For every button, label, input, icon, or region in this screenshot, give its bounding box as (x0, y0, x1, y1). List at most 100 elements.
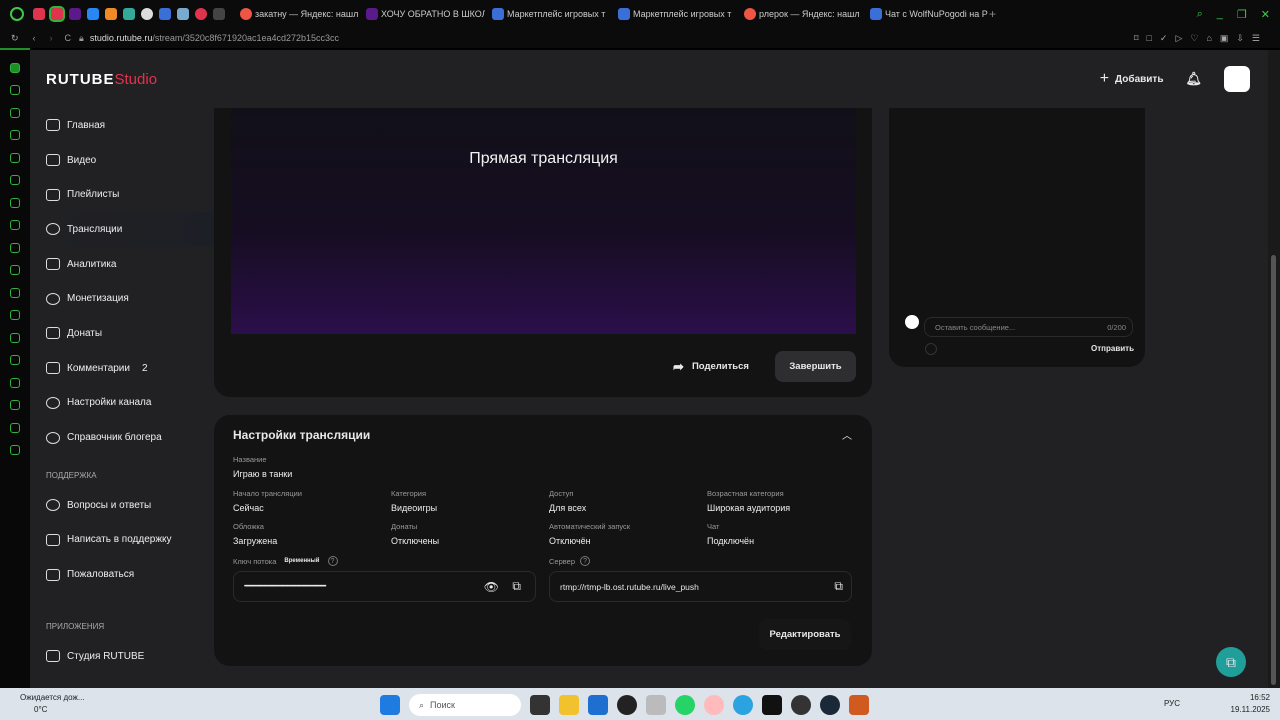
refresh-button[interactable]: C (65, 33, 72, 43)
back-button[interactable]: ‹ (33, 33, 36, 43)
pinned-tab-icon[interactable] (33, 8, 45, 20)
language-indicator[interactable]: РУС (1164, 699, 1180, 708)
eye-icon[interactable]: 👁︎ (484, 580, 499, 594)
windows-start-icon[interactable] (380, 695, 400, 715)
reload-icon[interactable]: ↻ (11, 33, 19, 44)
taskbar-search[interactable]: ⌕ Поиск (409, 694, 521, 716)
search-icon[interactable]: ⌕ (1197, 8, 1203, 21)
sidebar-item-channel-settings[interactable]: Настройки канала (46, 386, 216, 421)
whatsapp-icon[interactable] (10, 265, 20, 275)
vk-icon[interactable] (10, 310, 20, 320)
sidebar-item-report[interactable]: Пожаловаться (46, 557, 216, 592)
terminal-icon[interactable] (762, 695, 782, 715)
close-button[interactable]: ✕ (1261, 8, 1270, 21)
pinned-tab-icon[interactable] (177, 8, 189, 20)
store-icon[interactable] (588, 695, 608, 715)
finish-button[interactable]: Завершить (775, 351, 856, 382)
rutube-studio-logo[interactable]: RUTUBEStudio (46, 71, 157, 88)
page-scrollbar[interactable] (1268, 50, 1280, 688)
clock[interactable]: 16:52 19.11.2025 (1231, 693, 1270, 714)
pinned-tab-icon[interactable] (159, 8, 171, 20)
forward-button[interactable]: › (50, 33, 53, 43)
steam-icon[interactable] (820, 695, 840, 715)
share-button[interactable]: ➦ Поделиться (666, 351, 756, 382)
player-icon[interactable] (617, 695, 637, 715)
bot-icon[interactable] (10, 152, 20, 163)
sidebar-item-blogger-guide[interactable]: Справочник блогера (46, 420, 216, 455)
app-icon[interactable] (849, 695, 869, 715)
telegram-icon[interactable] (10, 287, 20, 298)
whatsapp-icon[interactable] (675, 695, 695, 715)
minimize-button[interactable]: _ (1217, 8, 1223, 21)
wallpaper-icon[interactable] (10, 175, 20, 185)
player-icon[interactable] (10, 332, 20, 343)
new-tab-button[interactable]: + (989, 7, 996, 21)
tab[interactable]: ХОЧУ ОБРАТНО В ШКОЛ (359, 8, 485, 20)
pinned-tab-icon[interactable] (123, 8, 135, 20)
game-icon[interactable] (10, 85, 20, 95)
tab[interactable]: Маркетплейс игровых т (611, 8, 737, 20)
sidebar-item-studio-app[interactable]: Студия RUTUBE (46, 639, 216, 674)
stream-key-field[interactable]: ••••••••••••••••••••••••••••••••••••••••… (233, 571, 536, 602)
help-icon[interactable]: ? (327, 556, 338, 566)
tab[interactable]: Маркетплейс игровых т (485, 8, 611, 20)
m-icon[interactable] (10, 197, 20, 208)
sidebar-item-donations[interactable]: Донаты (46, 316, 216, 351)
avatar[interactable] (1224, 66, 1250, 92)
weather-widget[interactable]: Ожидается дож... 0°C (20, 693, 85, 714)
bell-icon[interactable]: 🔔︎ (1185, 71, 1202, 87)
emoji-icon[interactable] (925, 343, 937, 355)
send-button[interactable]: Отправить (1091, 344, 1134, 353)
opera-gx-icon[interactable] (704, 695, 724, 715)
collapse-chevron-icon[interactable]: ︿ (842, 427, 852, 442)
sidebar-item-streams[interactable]: Трансляции (46, 212, 216, 247)
support-chat-button[interactable]: ⧉ (1216, 647, 1246, 677)
browser-toolbar-icons[interactable]: ⌑□✓▷♡⌂▣⇩☰ (1134, 33, 1268, 44)
telegram-icon[interactable] (733, 695, 753, 715)
sidebar-item-faq[interactable]: Вопросы и ответы (46, 488, 216, 523)
opera-logo-icon[interactable] (10, 7, 24, 21)
add-button[interactable]: + Добавить (1100, 70, 1164, 88)
maximize-button[interactable]: ❐ (1237, 8, 1247, 21)
home-icon[interactable] (10, 62, 20, 73)
pinned-tab-icon[interactable] (141, 8, 153, 20)
tab[interactable]: рлерок — Яндекс: нашл (737, 8, 863, 20)
pinned-tab-icon[interactable] (105, 8, 117, 20)
wallet-icon[interactable] (10, 377, 20, 388)
pinned-tab-icon[interactable] (69, 8, 81, 20)
chatgpt-icon[interactable] (10, 220, 20, 230)
pinned-tab-icon[interactable] (49, 6, 65, 22)
pinned-tab-icon[interactable] (195, 8, 207, 20)
app-icon[interactable] (646, 695, 666, 715)
sidebar-item-analytics[interactable]: Аналитика (46, 247, 216, 282)
send-icon[interactable] (10, 355, 20, 365)
rutube-studio: RUTUBEStudio + Добавить 🔔︎ Главная Видео … (30, 50, 1268, 688)
sidebar-item-video[interactable]: Видео (46, 143, 216, 178)
folder-icon[interactable] (559, 695, 579, 715)
copy-icon[interactable]: ⧉ (512, 579, 521, 594)
settings-icon[interactable] (10, 445, 20, 455)
sidebar-item-contact-support[interactable]: Написать в поддержку (46, 523, 216, 558)
extensions-icon[interactable] (10, 422, 20, 433)
server-field[interactable]: rtmp://rtmp-lb.ost.rutube.ru/live_push ⧉ (549, 571, 852, 602)
chat-message-input[interactable]: Оставить сообщение... 0/200 (924, 317, 1133, 337)
pinned-tab-icon[interactable] (213, 8, 225, 20)
speed-icon[interactable] (10, 130, 20, 140)
sidebar-item-monetization[interactable]: Монетизация (46, 281, 216, 316)
edit-button[interactable]: Редактировать (759, 619, 851, 650)
game-icon[interactable] (10, 107, 20, 118)
app-icon[interactable] (530, 695, 550, 715)
sidebar-item-home[interactable]: Главная (46, 108, 216, 143)
sidebar-item-comments[interactable]: Комментарии 2 (46, 351, 216, 386)
copy-icon[interactable]: ⧉ (834, 579, 843, 594)
pinned-tab-icon[interactable] (87, 8, 99, 20)
field-value: Подключён (707, 536, 755, 546)
sidebar-item-playlists[interactable]: Плейлисты (46, 177, 216, 212)
twitch-icon[interactable] (10, 242, 20, 253)
tab[interactable]: Чат с WolfNuPogodi на P (863, 8, 989, 20)
history-icon[interactable] (10, 400, 20, 410)
url-input[interactable]: studio.rutube.ru/stream/3520c8f671920ac1… (90, 33, 339, 43)
obs-icon[interactable] (791, 695, 811, 715)
help-icon[interactable]: ? (580, 556, 591, 566)
tab[interactable]: закатну — Яндекс: нашл (233, 8, 359, 20)
